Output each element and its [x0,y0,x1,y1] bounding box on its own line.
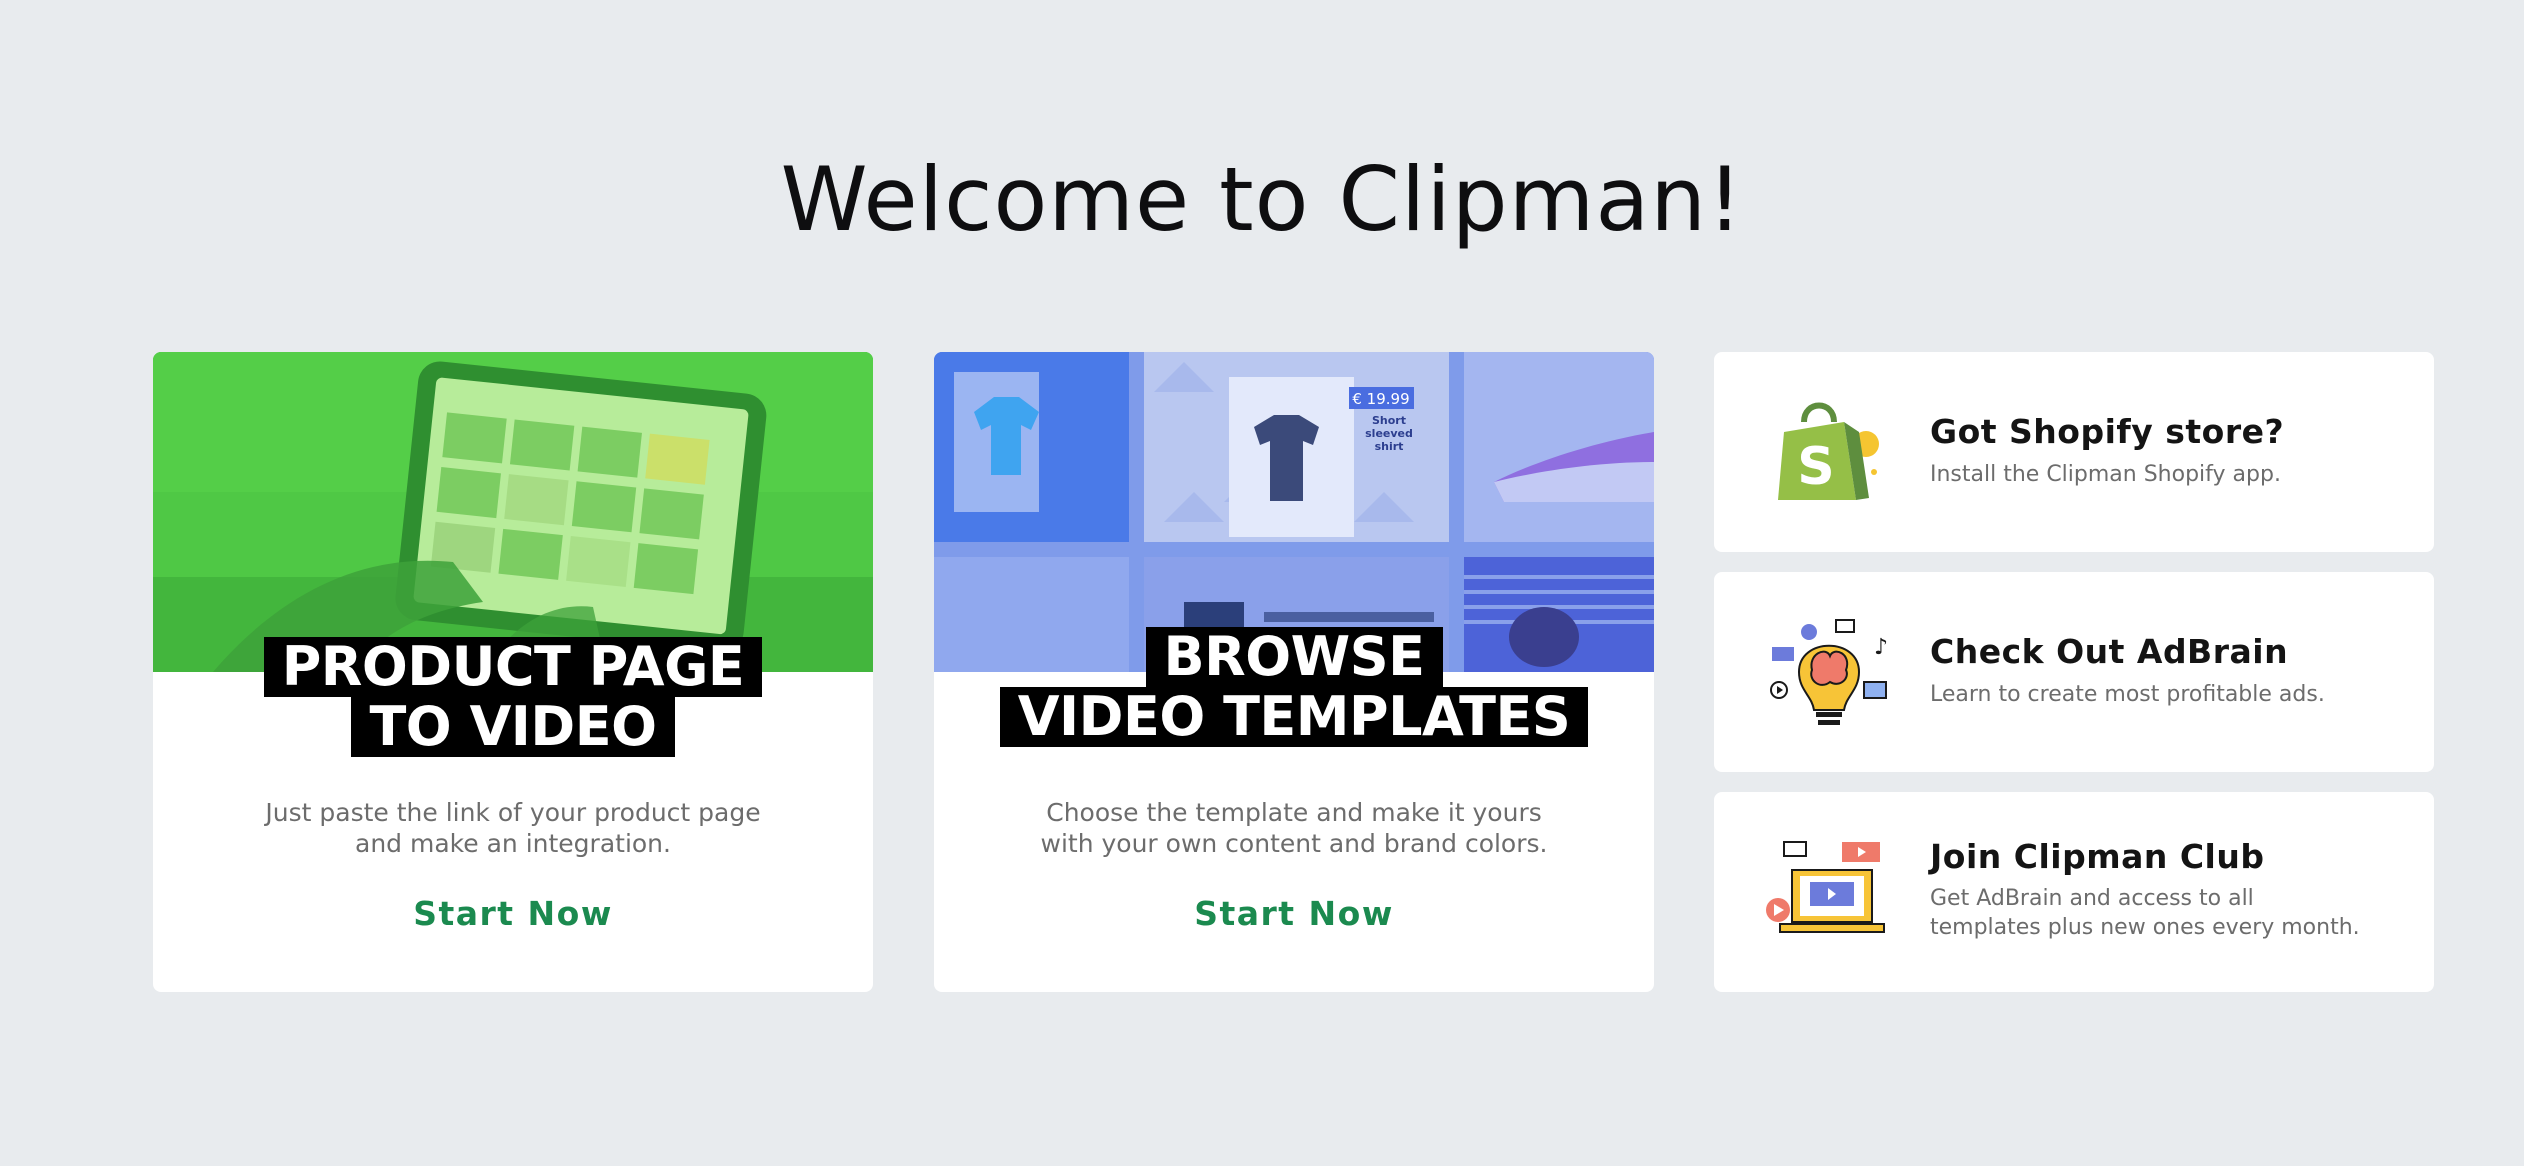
svg-text:S: S [1797,437,1834,497]
card-subtitle: templates plus new ones every month. [1930,915,2360,940]
description-line: Choose the template and make it yours [1046,798,1542,827]
svg-text:€ 19.99: € 19.99 [1352,390,1409,408]
tablet-hero-image [153,352,873,672]
brain-bulb-icon: ♪ [1764,612,1894,732]
page-title: Welcome to Clipman! [780,148,1744,251]
banner-title-line-1: BROWSE [934,627,1654,687]
adbrain-card[interactable]: ♪ Check Out AdBrain Learn to create most… [1714,572,2434,772]
svg-text:sleeved: sleeved [1365,427,1413,440]
browse-video-templates-card[interactable]: € 19.99 Short sleeved shirt BROWSE VIDEO… [934,352,1654,992]
shopify-store-card[interactable]: S Got Shopify store? Install the Clipman… [1714,352,2434,552]
card-title: Got Shopify store? [1930,412,2285,451]
card-subtitle: Get AdBrain and access to all [1930,886,2254,911]
description-line: and make an integration. [355,829,671,858]
card-description: Just paste the link of your product page… [213,797,813,859]
laptop-video-icon [1764,832,1894,952]
banner-title-line-2: VIDEO TEMPLATES [934,687,1654,747]
start-now-link[interactable]: Start Now [153,894,873,933]
product-page-to-video-card[interactable]: PRODUCT PAGE TO VIDEO Just paste the lin… [153,352,873,992]
banner-title-line-2: TO VIDEO [153,697,873,757]
card-title: Check Out AdBrain [1930,632,2289,671]
card-title: Join Clipman Club [1930,837,2265,876]
card-subtitle: Learn to create most profitable ads. [1930,682,2325,707]
banner-title-line-1: PRODUCT PAGE [153,637,873,697]
card-subtitle: Install the Clipman Shopify app. [1930,462,2281,487]
svg-text:♪: ♪ [1874,635,1888,660]
clipman-club-card[interactable]: Join Clipman Club Get AdBrain and access… [1714,792,2434,992]
svg-text:shirt: shirt [1375,440,1404,453]
description-line: with your own content and brand colors. [1040,829,1548,858]
card-description: Choose the template and make it yours wi… [994,797,1594,859]
svg-text:Short: Short [1372,414,1406,427]
start-now-link[interactable]: Start Now [934,894,1654,933]
shopify-bag-icon: S [1764,392,1894,512]
description-line: Just paste the link of your product page [265,798,761,827]
template-collage-image: € 19.99 Short sleeved shirt [934,352,1654,672]
